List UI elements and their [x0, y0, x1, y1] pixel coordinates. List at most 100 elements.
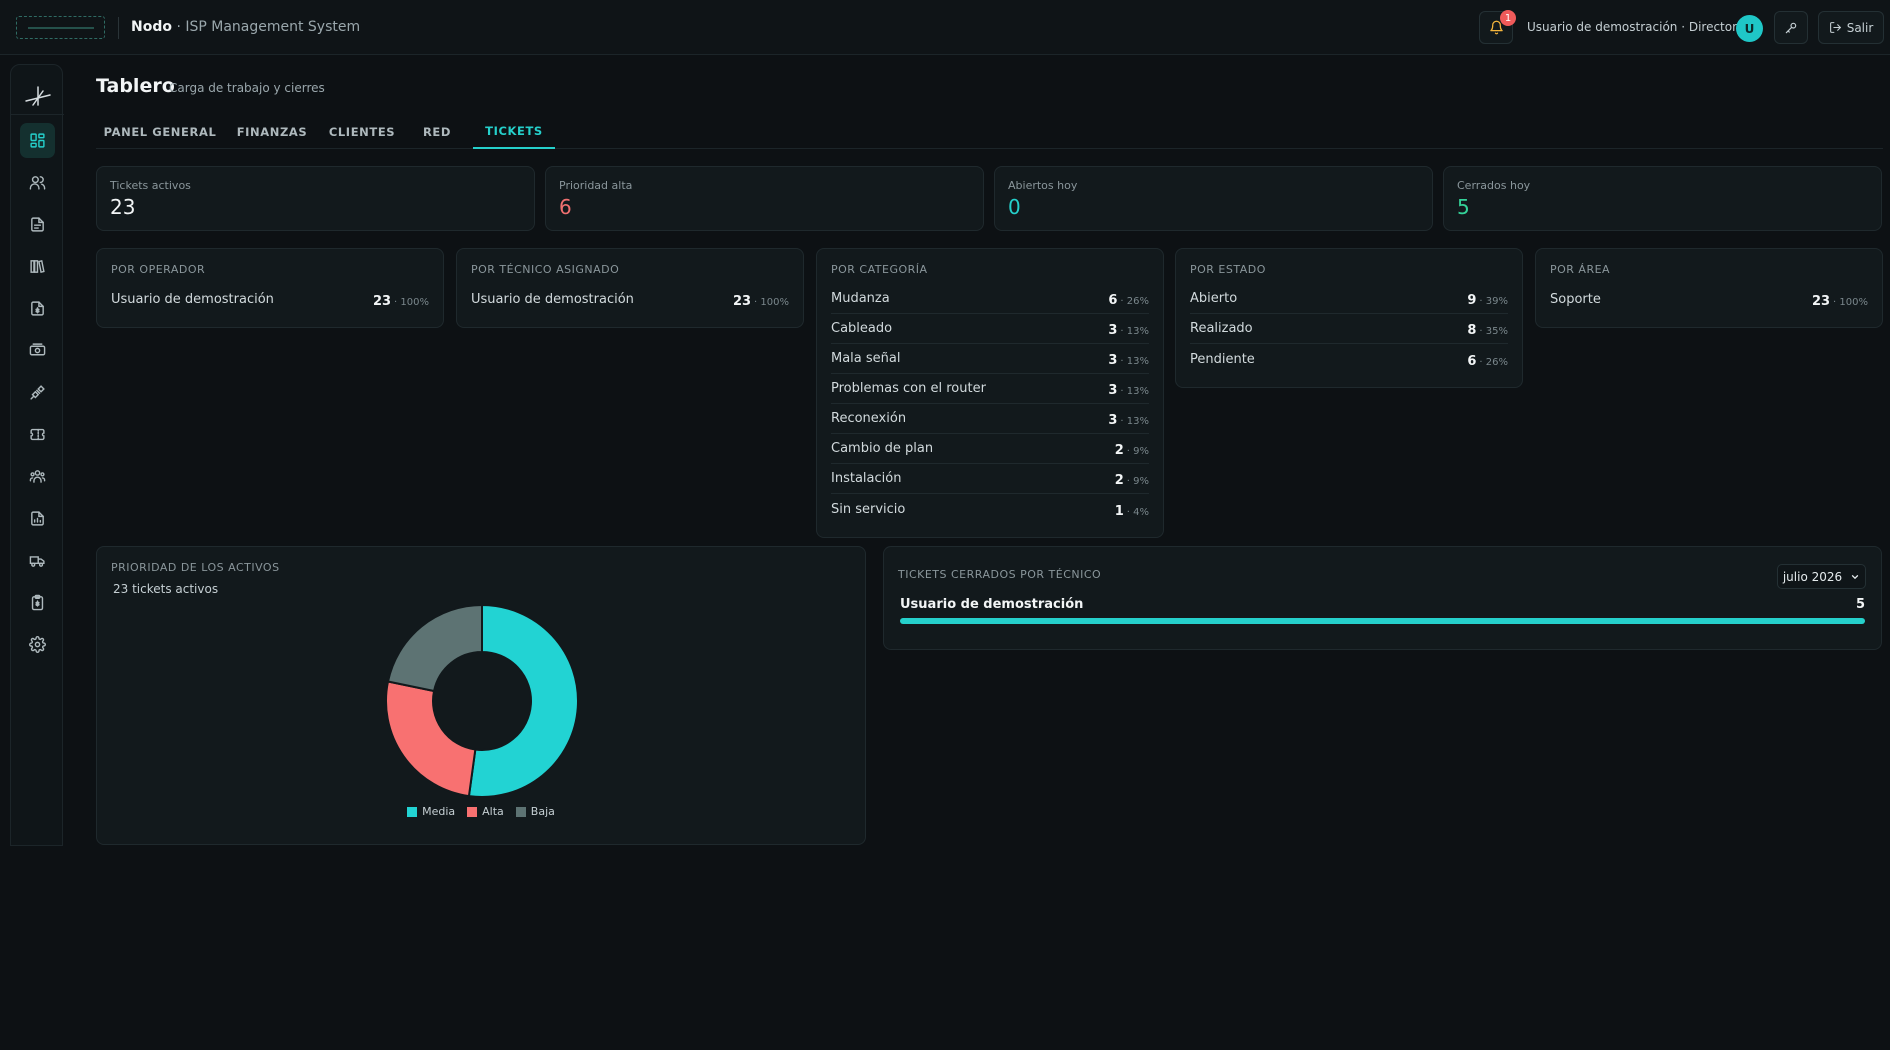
sidebar-item-inventory[interactable] — [20, 585, 55, 620]
company-logo[interactable] — [16, 16, 105, 39]
row-count: 2 — [1114, 473, 1124, 488]
tab-clientes[interactable]: CLIENTES — [321, 115, 403, 149]
legend-item[interactable]: Alta — [467, 805, 504, 818]
legend-item[interactable]: Baja — [515, 805, 555, 818]
row-count: 3 — [1108, 413, 1118, 428]
row-name: Pendiente — [1190, 351, 1255, 367]
legend-swatch — [467, 806, 478, 817]
tab-panel-general[interactable]: PANEL GENERAL — [96, 115, 224, 149]
logout-button[interactable]: Salir — [1818, 11, 1884, 44]
period-select[interactable]: julio 2026 — [1777, 564, 1866, 589]
row-percent: · 100% — [754, 296, 789, 308]
list-item: Sin servicio 1 · 4% — [831, 494, 1149, 524]
legend-item[interactable]: Media — [407, 805, 455, 818]
row-name: Soporte — [1550, 291, 1601, 307]
tab-finanzas[interactable]: FINANZAS — [232, 115, 312, 149]
list-item: Usuario de demostración 23 · 100% — [111, 284, 429, 314]
row-name: Problemas con el router — [831, 381, 986, 396]
row-count: 6 — [1108, 293, 1118, 308]
sidebar-item-tickets[interactable] — [20, 417, 55, 452]
row-percent: · 26% — [1120, 296, 1149, 307]
row-count: 8 — [1467, 323, 1477, 338]
row-name: Mudanza — [831, 291, 890, 306]
chevron-down-icon — [1852, 574, 1859, 579]
row-count: 6 — [1467, 353, 1477, 369]
legend-swatch — [407, 806, 418, 817]
brand-tagline: · ISP Management System — [176, 19, 361, 35]
legend-label: Alta — [482, 805, 504, 818]
sidebar-logo[interactable] — [11, 75, 64, 115]
section-title: Por área — [1550, 263, 1611, 276]
tab-tickets[interactable]: TICKETS — [473, 115, 555, 149]
tab-red[interactable]: RED — [416, 115, 458, 149]
sidebar-item-clients[interactable] — [20, 165, 55, 200]
page-subtitle: Carga de trabajo y cierres — [169, 81, 325, 95]
logout-icon — [1829, 22, 1841, 33]
stat-label: Tickets activos — [110, 179, 191, 192]
row-name: Instalación — [831, 471, 902, 486]
legend-label: Media — [422, 805, 456, 818]
row-percent: · 26% — [1479, 356, 1508, 368]
list-item: Reconexión 3 · 13% — [831, 404, 1149, 434]
donut-slice-baja[interactable] — [386, 603, 483, 693]
list-item: Instalación 2 · 9% — [831, 464, 1149, 494]
top-bar: Nodo · ISP Management System 1 Usuario d… — [0, 0, 1890, 55]
truck-icon — [29, 556, 45, 567]
users-icon — [29, 176, 46, 190]
section-title: Tickets cerrados por técnico — [898, 568, 1102, 581]
sidebar-item-dashboard[interactable] — [20, 123, 55, 158]
stat-label: Cerrados hoy — [1457, 179, 1531, 192]
row-count: 23 — [1811, 293, 1831, 309]
report-icon — [31, 511, 44, 526]
row-percent: · 4% — [1126, 506, 1149, 518]
row-percent: · 9% — [1126, 446, 1149, 457]
clipboard-icon — [31, 594, 44, 611]
closed-by-technician-panel: Tickets cerrados por técnico julio 2026 … — [883, 546, 1882, 650]
sidebar-item-payments[interactable] — [20, 333, 55, 368]
sidebar-item-invoices[interactable] — [20, 291, 55, 326]
chart-title: Prioridad de los activos — [111, 561, 280, 574]
sidebar-item-vehicles[interactable] — [20, 543, 55, 578]
sidebar-item-settings[interactable] — [20, 627, 55, 662]
breakdown-by-status: Por estado Abierto 9 · 39% Realizado 8 · 35%… — [1175, 248, 1523, 388]
row-percent: · 13% — [1120, 326, 1149, 337]
sidebar-item-contracts[interactable] — [20, 207, 55, 242]
row-count: 23 — [732, 293, 752, 309]
row-percent: · 13% — [1120, 416, 1149, 427]
row-count: 2 — [1114, 443, 1124, 458]
list-item: Usuario de demostración 23 · 100% — [471, 284, 789, 314]
divider — [118, 17, 119, 39]
stat-label: Prioridad alta — [559, 179, 633, 192]
row-name: Usuario de demostración — [111, 291, 274, 307]
stat-card-active: Tickets activos 23 — [96, 166, 535, 231]
brand-name: Nodo — [131, 19, 172, 35]
sidebar-item-catalog[interactable] — [20, 249, 55, 284]
sidebar-item-reports[interactable] — [20, 501, 55, 536]
stat-value: 5 — [1457, 195, 1470, 219]
change-password-button[interactable] — [1774, 11, 1808, 44]
stat-value: 23 — [110, 195, 136, 219]
row-count: 9 — [1467, 293, 1477, 308]
avatar[interactable]: U — [1736, 15, 1763, 42]
legend-label: Baja — [530, 805, 555, 818]
progress-track — [900, 618, 1865, 624]
row-percent: · 13% — [1120, 356, 1149, 367]
sidebar-item-network[interactable] — [20, 375, 55, 410]
technician-count: 5 — [1855, 597, 1865, 612]
donut-slice-alta[interactable] — [385, 680, 477, 798]
breakdown-by-technician: Por técnico asignado Usuario de demostra… — [456, 248, 804, 328]
list-item: Mudanza 6 · 26% — [831, 284, 1149, 314]
team-icon — [29, 470, 46, 483]
breakdown-by-operator: Por operador Usuario de demostración 23 ·… — [96, 248, 444, 328]
priority-chart-panel: Prioridad de los activos 23 tickets acti… — [96, 546, 866, 845]
list-item: Realizado 8 · 35% — [1190, 314, 1508, 344]
antenna-logo-icon — [24, 85, 51, 106]
legend-swatch — [515, 806, 526, 817]
row-percent: · 35% — [1479, 326, 1508, 337]
list-item: Abierto 9 · 39% — [1190, 284, 1508, 314]
sidebar-item-staff[interactable] — [20, 459, 55, 494]
list-item: Soporte 23 · 100% — [1550, 284, 1868, 314]
row-name: Abierto — [1190, 291, 1238, 306]
row-name: Cambio de plan — [831, 441, 934, 456]
donut-slice-media[interactable] — [467, 603, 579, 798]
